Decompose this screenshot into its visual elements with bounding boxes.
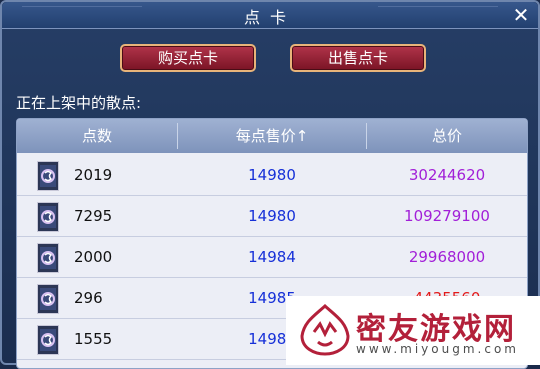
- listing-label: 正在上架中的散点:: [16, 94, 142, 112]
- table-row[interactable]: 7295 14980 109279100: [17, 196, 527, 237]
- point-card-icon: [37, 243, 59, 273]
- table-row[interactable]: 2000 14984 29968000: [17, 237, 527, 278]
- header-total[interactable]: 总价: [367, 119, 527, 153]
- point-card-icon: [37, 325, 59, 355]
- row-points: 1555: [74, 330, 113, 348]
- watermark-logo-icon: [296, 302, 354, 358]
- buy-point-card-button[interactable]: 购买点卡: [120, 44, 256, 72]
- row-points: 2019: [74, 166, 113, 184]
- table-header: 点数 每点售价↑ 总价: [17, 119, 527, 153]
- close-icon[interactable]: ✕: [510, 4, 532, 26]
- watermark-url: www.miyougm.com: [356, 342, 519, 356]
- row-points: 7295: [74, 207, 113, 225]
- row-unit-price: 14980: [248, 166, 296, 184]
- title-bar: 点卡 ✕: [2, 2, 538, 29]
- row-unit-price: 14984: [248, 248, 296, 266]
- header-points[interactable]: 点数: [17, 119, 177, 153]
- point-card-icon: [37, 202, 59, 232]
- row-total: 29968000: [408, 248, 486, 266]
- sell-point-card-button[interactable]: 出售点卡: [290, 44, 426, 72]
- window-title: 点卡: [243, 8, 296, 27]
- point-card-icon: [37, 284, 59, 314]
- row-points: 2000: [74, 248, 113, 266]
- row-total: 109279100: [404, 207, 490, 225]
- table-row[interactable]: 2019 14980 30244620: [17, 155, 527, 196]
- header-unit-price[interactable]: 每点售价↑: [178, 119, 366, 153]
- row-total: 30244620: [408, 166, 486, 184]
- point-card-icon: [37, 161, 59, 191]
- row-unit-price: 14980: [248, 207, 296, 225]
- site-watermark: 密友游戏网 www.miyougm.com: [286, 296, 540, 365]
- row-points: 296: [74, 289, 103, 307]
